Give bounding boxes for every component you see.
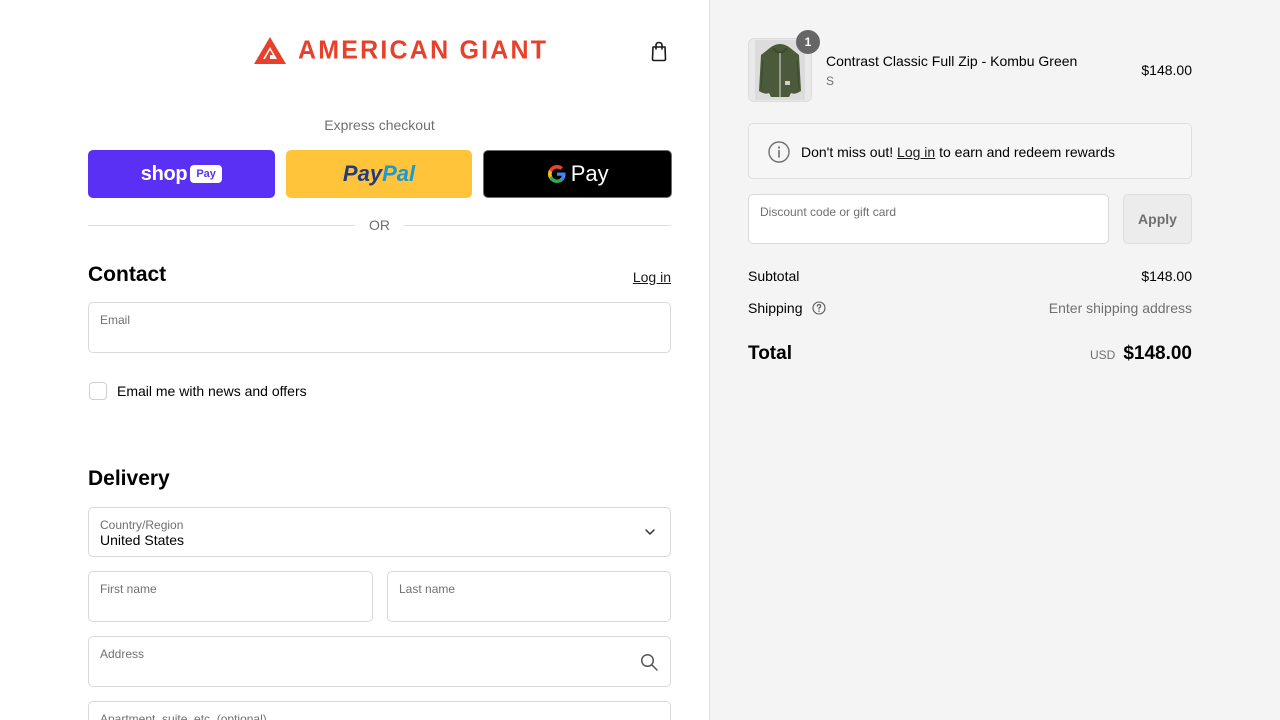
shipping-value: Enter shipping address (1048, 300, 1192, 316)
google-pay-wordmark: Pay (570, 161, 609, 186)
apply-discount-button[interactable]: Apply (1123, 194, 1192, 244)
discount-placeholder: Discount code or gift card (760, 205, 897, 219)
country-value: United States (100, 532, 185, 548)
or-label: OR (369, 217, 390, 233)
product-price: $148.00 (1141, 62, 1192, 78)
product-name: Contrast Classic Full Zip - Kombu Green (826, 53, 1078, 69)
paypal-wordmark-pay: Pay (342, 161, 383, 186)
or-divider: OR (88, 217, 671, 233)
paypal-wordmark-pal: Pal (382, 161, 416, 186)
shop-pay-wordmark: shop (140, 162, 188, 185)
contact-heading: Contact (88, 263, 167, 286)
first-name-label: First name (100, 582, 157, 596)
brand-name: AMERICAN GIANT (298, 34, 549, 65)
checkout-main: AMERICAN GIANT Express checkout shop Pay… (0, 0, 709, 720)
total-label: Total (748, 343, 792, 364)
rewards-suffix: to earn and redeem rewards (939, 144, 1115, 160)
address-label: Address (100, 647, 145, 661)
rewards-login-link[interactable]: Log in (897, 144, 935, 160)
email-field[interactable]: Email (88, 302, 671, 353)
express-checkout-buttons: shop Pay Pay Pal Pay (88, 150, 673, 198)
order-summary (709, 0, 1280, 720)
subtotal-label: Subtotal (748, 268, 800, 284)
divider-line (88, 224, 355, 226)
google-g-icon (547, 165, 566, 183)
paypal-button[interactable]: Pay Pal (285, 150, 473, 198)
quantity-badge: 1 (796, 30, 820, 54)
search-icon[interactable] (639, 652, 659, 672)
total-currency: USD (1089, 348, 1116, 362)
brand-logo[interactable]: AMERICAN GIANT (254, 34, 549, 65)
chevron-down-icon (645, 529, 655, 535)
shop-pay-tag: Pay (190, 165, 222, 183)
rewards-text: Don't miss out! Log in to earn and redee… (801, 144, 1115, 160)
info-icon (768, 141, 790, 163)
address-field[interactable]: Address (88, 636, 671, 687)
country-label: Country/Region (100, 518, 184, 532)
rewards-prefix: Don't miss out! (801, 144, 894, 160)
express-checkout-title: Express checkout (324, 117, 435, 133)
subtotal-value: $148.00 (1141, 268, 1192, 284)
google-pay-button[interactable]: Pay (483, 150, 673, 198)
shop-pay-button[interactable]: shop Pay (88, 150, 275, 198)
giant-logo-icon (254, 36, 286, 64)
newsletter-checkbox[interactable] (89, 382, 107, 400)
divider-line (404, 224, 671, 226)
rewards-banner: Don't miss out! Log in to earn and redee… (748, 123, 1192, 179)
first-name-field[interactable]: First name (88, 571, 373, 622)
total-value: $148.00 (1123, 343, 1192, 364)
country-select[interactable]: Country/Region United States (88, 507, 671, 557)
last-name-field[interactable]: Last name (387, 571, 671, 622)
newsletter-label: Email me with news and offers (117, 383, 307, 399)
shopping-bag-icon[interactable] (648, 40, 670, 62)
delivery-heading: Delivery (88, 467, 170, 490)
total-amount: USD $148.00 (1090, 343, 1192, 365)
email-label: Email (100, 313, 131, 327)
contact-login-link[interactable]: Log in (633, 269, 671, 285)
checkout-page: AMERICAN GIANT Express checkout shop Pay… (0, 0, 1280, 720)
apartment-label: Apartment, suite, etc. (optional) (100, 712, 267, 720)
product-variant: S (826, 74, 835, 88)
discount-code-field[interactable]: Discount code or gift card (748, 194, 1109, 244)
question-circle-icon[interactable] (812, 301, 826, 315)
apartment-field[interactable]: Apartment, suite, etc. (optional) (88, 701, 671, 720)
shipping-label: Shipping (748, 300, 803, 316)
shipping-row-label: Shipping (748, 300, 826, 316)
last-name-label: Last name (399, 582, 456, 596)
